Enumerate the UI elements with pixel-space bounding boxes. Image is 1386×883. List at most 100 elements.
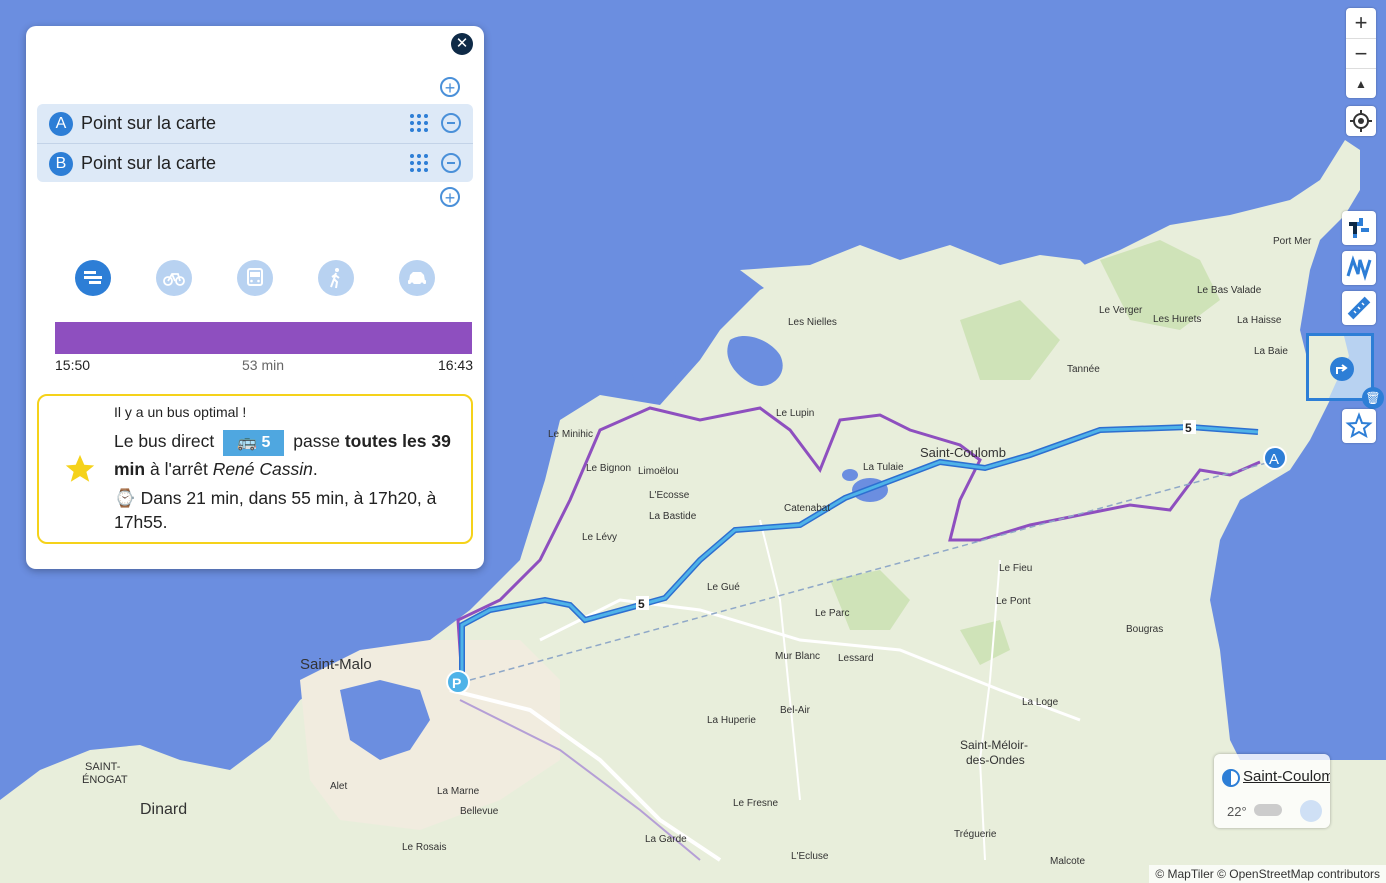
zoom-in-button[interactable]: + <box>1346 8 1376 38</box>
mode-bike-button[interactable] <box>156 260 192 296</box>
mode-car-button[interactable] <box>399 260 435 296</box>
label-le-verger: Le Verger <box>1099 305 1143 316</box>
add-stop-button[interactable]: + <box>440 187 460 207</box>
stop-label-a[interactable]: Point sur la carte <box>81 113 216 134</box>
label-le-bignon: Le Bignon <box>586 463 631 474</box>
label-alet: Alet <box>330 781 347 792</box>
favorites-button[interactable] <box>1342 409 1376 443</box>
wind-icon <box>1300 800 1322 822</box>
star-icon <box>65 454 95 482</box>
svg-text:P: P <box>452 675 461 691</box>
mode-summary-button[interactable] <box>75 260 111 296</box>
walk-icon <box>330 268 340 289</box>
remove-stop-b-button[interactable] <box>441 153 461 173</box>
timeline-start: 15:50 <box>55 357 91 373</box>
label-bel-air: Bel-Air <box>780 705 811 716</box>
locate-icon <box>1350 110 1372 132</box>
label-saint-enogat-1: SAINT- <box>85 761 121 773</box>
stop-label-b[interactable]: Point sur la carte <box>81 153 216 174</box>
label-saint-coulomb: Saint-Coulomb <box>920 445 1006 460</box>
label-dinard: Dinard <box>140 801 187 818</box>
label-le-pont: Le Pont <box>996 596 1031 607</box>
label-le-fresne: Le Fresne <box>733 798 778 809</box>
bus-route-label: 5 <box>1183 420 1196 435</box>
map-layers-icon <box>1346 255 1372 282</box>
label-la-marne: La Marne <box>437 786 480 797</box>
transport-modes <box>26 258 484 298</box>
weather-widget[interactable]: Saint-Coulomb 22° <box>1214 754 1330 828</box>
label-bellevue: Bellevue <box>460 806 499 817</box>
label-le-levy: Le Lévy <box>582 532 617 543</box>
timeline: 15:50 53 min 16:43 <box>37 314 473 382</box>
delete-icon[interactable]: 🗑 <box>1362 387 1384 409</box>
label-l-ecluse: L'Ecluse <box>791 851 829 862</box>
label-bougras: Bougras <box>1126 624 1163 635</box>
timeline-end: 16:43 <box>437 357 473 373</box>
label-la-garde: La Garde <box>645 834 687 845</box>
route-preview-icon <box>1309 336 1354 398</box>
bus-suggestion-box: Il y a un bus optimal ! Le bus direct 🚌 … <box>37 394 473 544</box>
svg-text:A: A <box>1269 451 1279 468</box>
label-limoelou: Limoëlou <box>638 466 679 477</box>
weather-temperature: 22° <box>1227 804 1247 819</box>
marker-a[interactable]: A <box>1263 446 1287 470</box>
label-lessard: Lessard <box>838 653 874 664</box>
label-tannee: Tannée <box>1067 364 1100 375</box>
itinerary-panel: ✕ + A Point sur la carte B Point sur la … <box>26 26 484 569</box>
measure-button[interactable] <box>1342 291 1376 325</box>
label-la-tulaie: La Tulaie <box>863 462 904 473</box>
marker-parking[interactable]: P <box>446 670 470 694</box>
geolocate-button[interactable] <box>1346 106 1376 136</box>
label-la-huperie: La Huperie <box>707 715 756 726</box>
label-catenabat: Catenabat <box>784 503 830 514</box>
label-le-fieu: Le Fieu <box>999 563 1032 574</box>
svg-text:5: 5 <box>1185 421 1192 435</box>
bus-route-label: 5 <box>636 596 649 611</box>
suggestion-times: ⌚ Dans 21 min, dans 55 min, à 17h20, à 1… <box>114 488 437 532</box>
suggestion-title: Il y a un bus optimal ! <box>114 404 247 420</box>
label-le-minihic: Le Minihic <box>548 429 593 440</box>
map-layers-button[interactable] <box>1342 251 1376 285</box>
bike-icon <box>163 273 185 286</box>
bus-line-badge[interactable]: 🚌 5 <box>223 430 285 456</box>
car-icon <box>408 272 426 286</box>
svg-text:5: 5 <box>638 597 645 611</box>
add-stop-button[interactable]: + <box>440 77 460 97</box>
label-la-baie: La Baie <box>1254 346 1288 357</box>
directions-button[interactable] <box>1342 211 1376 245</box>
label-le-bas-valade: Le Bas Valade <box>1197 285 1262 296</box>
label-le-gue: Le Gué <box>707 582 740 593</box>
weather-location[interactable]: Saint-Coulomb <box>1243 768 1330 785</box>
stop-row-a[interactable]: A Point sur la carte <box>37 104 473 142</box>
timeline-bar[interactable] <box>55 322 472 354</box>
label-les-hurets: Les Hurets <box>1153 314 1201 325</box>
label-saint-malo: Saint-Malo <box>300 656 372 673</box>
label-treguerie: Tréguerie <box>954 829 997 840</box>
map-attribution[interactable]: © MapTiler © OpenStreetMap contributors <box>1149 865 1386 883</box>
stop-letter-b: B <box>49 152 73 176</box>
contrast-icon <box>1222 769 1240 787</box>
label-l-ecosse: L'Ecosse <box>649 490 690 501</box>
label-le-rosais: Le Rosais <box>402 842 446 853</box>
mode-walk-button[interactable] <box>318 260 354 296</box>
label-malcote: Malcote <box>1050 856 1085 867</box>
label-saint-enogat-2: ÉNOGAT <box>82 773 128 786</box>
drag-handle-icon[interactable] <box>409 113 429 133</box>
compass-button[interactable]: ▲ <box>1346 68 1376 99</box>
remove-stop-a-button[interactable] <box>441 113 461 133</box>
stop-row-b[interactable]: B Point sur la carte <box>37 143 473 182</box>
label-port-mer: Port Mer <box>1273 236 1312 247</box>
close-button[interactable]: ✕ <box>451 33 473 55</box>
cloud-icon <box>1254 804 1282 816</box>
drag-handle-icon[interactable] <box>409 153 429 173</box>
label-mur-blanc: Mur Blanc <box>775 651 820 662</box>
stop-letter-a: A <box>49 112 73 136</box>
mode-bus-button[interactable] <box>237 260 273 296</box>
label-la-loge: La Loge <box>1022 697 1059 708</box>
ruler-icon <box>1347 296 1371 320</box>
stops-list: A Point sur la carte B Point sur la cart… <box>37 104 473 182</box>
label-les-nielles: Les Nielles <box>788 317 837 328</box>
label-la-bastide: La Bastide <box>649 511 697 522</box>
label-le-lupin: Le Lupin <box>776 408 814 419</box>
zoom-out-button[interactable]: − <box>1346 38 1376 69</box>
